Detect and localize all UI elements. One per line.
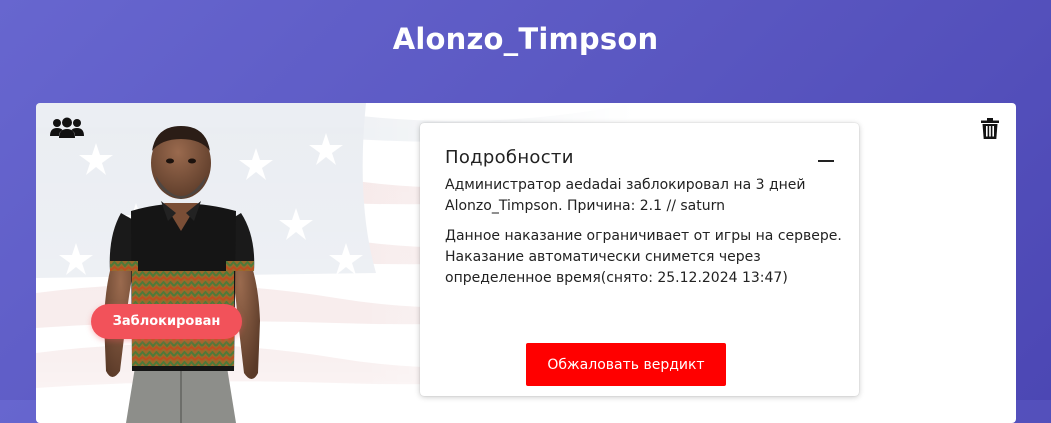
- character-skin: [104, 126, 260, 423]
- page-title: Alonzo_Timpson: [392, 22, 659, 56]
- player-card: Заблокирован Подробности Администратор a…: [36, 103, 1016, 423]
- ban-description: Администратор aedadai заблокировал на 3 …: [445, 177, 806, 214]
- ban-notice: Данное наказание ограничивает от игры на…: [445, 228, 842, 286]
- details-panel: Подробности Администратор aedadai заблок…: [420, 123, 859, 396]
- trash-icon[interactable]: [980, 117, 1000, 139]
- appeal-verdict-button[interactable]: Обжаловать вердикт: [526, 343, 726, 386]
- minus-icon[interactable]: [818, 157, 834, 167]
- details-title: Подробности: [445, 147, 574, 168]
- status-badge: Заблокирован: [91, 304, 242, 339]
